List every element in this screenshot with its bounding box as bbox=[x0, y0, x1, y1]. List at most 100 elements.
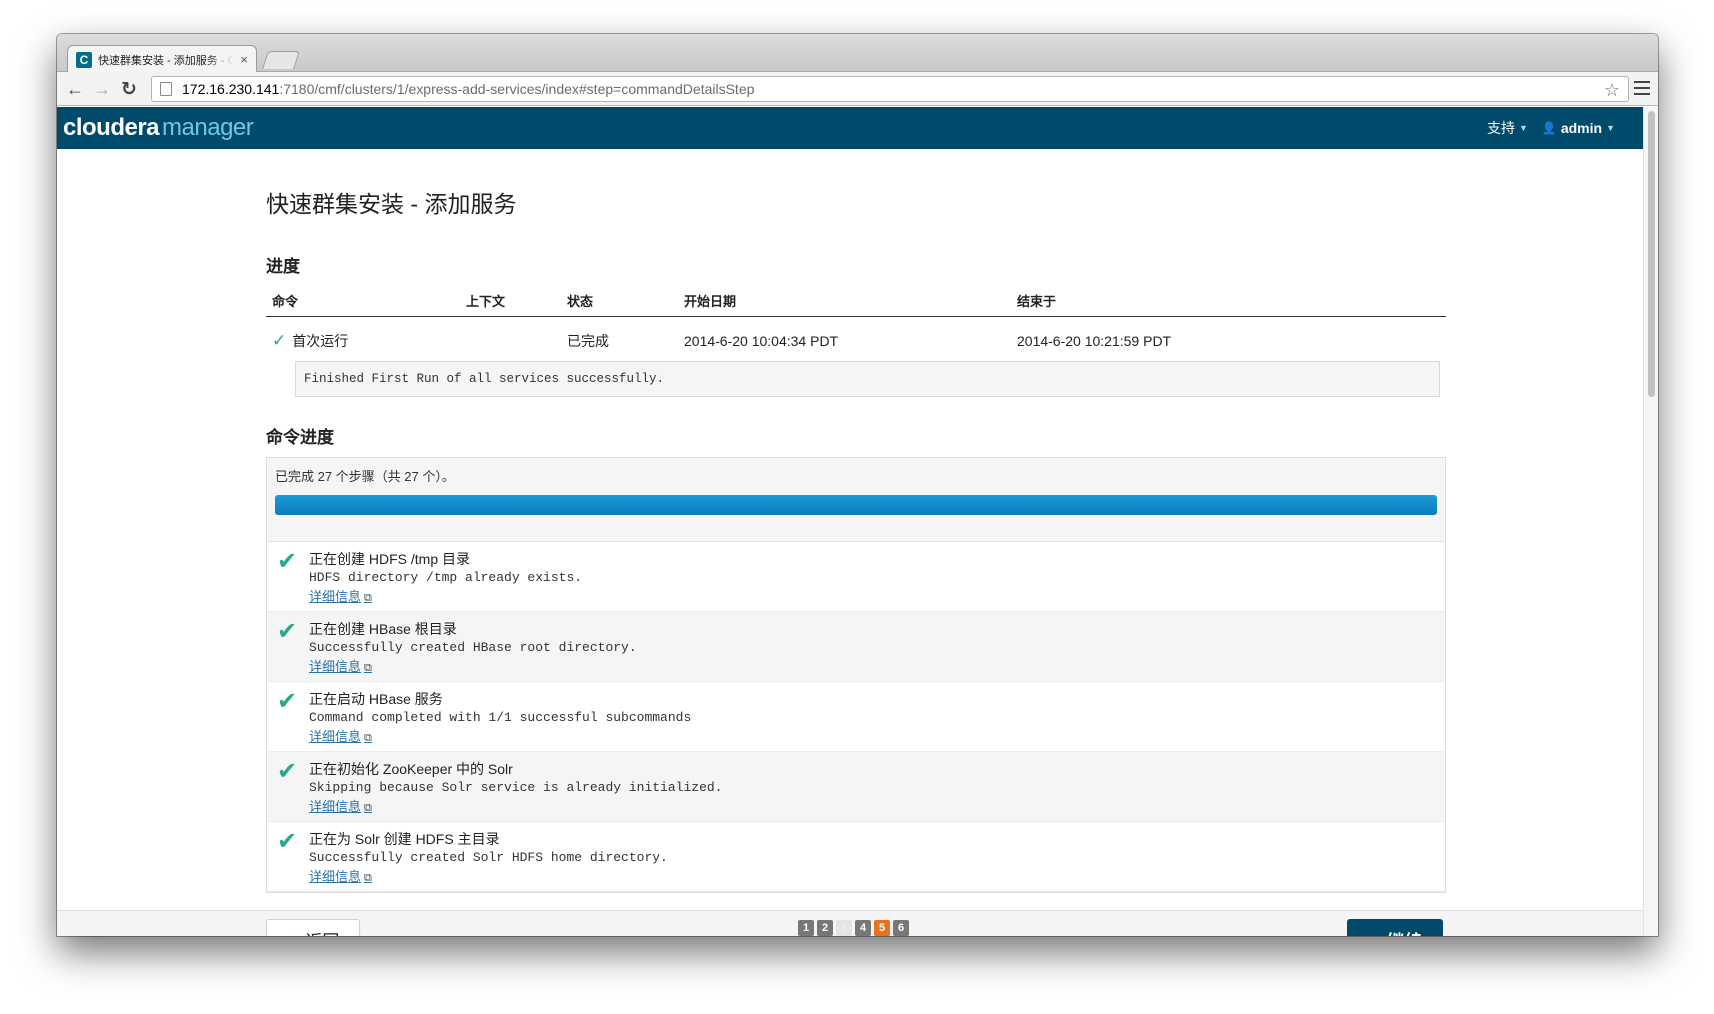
support-menu[interactable]: 支持 ▼ bbox=[1487, 118, 1528, 138]
browser-menu-icon[interactable] bbox=[1634, 81, 1650, 99]
continue-button-label: 继续 bbox=[1386, 928, 1422, 936]
skip-back-icon: ⏮ bbox=[287, 932, 298, 937]
command-cell: ✓ 首次运行 bbox=[266, 317, 460, 362]
column-header-end: 结束于 bbox=[1011, 285, 1446, 317]
progress-heading: 进度 bbox=[266, 257, 300, 276]
details-link[interactable]: 详细信息 ⧉ bbox=[309, 869, 372, 884]
details-link-label: 详细信息 bbox=[309, 659, 362, 674]
list-item: ✔ 正在初始化 ZooKeeper 中的 Solr Skipping becau… bbox=[267, 752, 1445, 822]
step-title: 正在为 Solr 创建 HDFS 主目录 bbox=[309, 831, 500, 847]
command-progress-panel: 已完成 27 个步骤（共 27 个）。 ✔ 正在创建 HDFS /tmp 目录 … bbox=[266, 457, 1446, 893]
user-menu[interactable]: 👤 admin ▼ bbox=[1542, 120, 1615, 136]
wizard-step-indicator: 1 2 3 4 5 6 bbox=[798, 920, 909, 936]
user-icon: 👤 bbox=[1541, 121, 1557, 135]
command-progress-heading: 命令进度 bbox=[266, 428, 334, 447]
bookmark-star-icon[interactable]: ☆ bbox=[1604, 80, 1620, 101]
logo-main: cloudera bbox=[63, 114, 160, 141]
back-button[interactable]: ⏮ 返回 bbox=[266, 919, 360, 936]
steps-summary: 已完成 27 个步骤（共 27 个）。 bbox=[275, 469, 455, 484]
step-title: 正在创建 HDFS /tmp 目录 bbox=[309, 551, 471, 567]
address-bar[interactable]: 172.16.230.141:7180/cmf/clusters/1/expre… bbox=[151, 76, 1629, 102]
step-indicator-5[interactable]: 5 bbox=[874, 920, 890, 936]
checkmark-icon: ✔ bbox=[277, 758, 298, 785]
back-button-label: 返回 bbox=[305, 927, 339, 937]
logo-sub: manager bbox=[162, 114, 254, 141]
new-tab-button[interactable] bbox=[262, 51, 300, 69]
forward-arrow-icon[interactable]: → bbox=[90, 77, 114, 101]
details-link[interactable]: 详细信息 ⧉ bbox=[309, 799, 372, 814]
command-result-message: Finished First Run of all services succe… bbox=[295, 361, 1440, 397]
checkmark-icon: ✔ bbox=[277, 828, 298, 855]
page-icon bbox=[160, 82, 172, 96]
step-title: 正在初始化 ZooKeeper 中的 Solr bbox=[309, 761, 513, 777]
details-link[interactable]: 详细信息 ⧉ bbox=[309, 729, 372, 744]
table-header-row: 命令 上下文 状态 开始日期 结束于 bbox=[266, 285, 1446, 317]
column-header-start: 开始日期 bbox=[678, 285, 1011, 317]
step-list: ✔ 正在创建 HDFS /tmp 目录 HDFS directory /tmp … bbox=[267, 541, 1445, 892]
start-date-cell: 2014-6-20 10:04:34 PDT bbox=[684, 333, 839, 349]
cloudera-manager-logo[interactable]: cloudera manager bbox=[63, 114, 254, 142]
context-cell bbox=[460, 317, 561, 362]
tab-title: 快速群集安装 - 添加服务 - Cloudera Manager bbox=[98, 54, 235, 67]
cloudera-favicon-icon: C bbox=[76, 51, 92, 68]
browser-tab[interactable]: C 快速群集安装 - 添加服务 - Cloudera Manager × bbox=[67, 45, 257, 73]
command-table: 命令 上下文 状态 开始日期 结束于 ✓ 首次运行 已完成 2014-6-20 1… bbox=[266, 285, 1446, 361]
external-link-icon: ⧉ bbox=[364, 732, 372, 744]
status-cell: 已完成 bbox=[567, 333, 609, 349]
checkmark-icon: ✔ bbox=[277, 688, 298, 715]
details-link[interactable]: 详细信息 ⧉ bbox=[309, 659, 372, 674]
tab-close-icon[interactable]: × bbox=[240, 52, 248, 67]
checkmark-icon: ✔ bbox=[277, 618, 298, 645]
step-message: Successfully created Solr HDFS home dire… bbox=[309, 850, 668, 865]
scrollbar-thumb[interactable] bbox=[1648, 111, 1655, 397]
tab-strip: C 快速群集安装 - 添加服务 - Cloudera Manager × bbox=[57, 34, 1658, 73]
check-icon: ✓ bbox=[272, 331, 287, 350]
url-text: 172.16.230.141:7180/cmf/clusters/1/expre… bbox=[182, 81, 754, 97]
step-indicator-3[interactable]: 3 bbox=[836, 920, 852, 936]
page-viewport: cloudera manager 支持 ▼ 👤 admin ▼ 快速群集安装 - … bbox=[57, 107, 1643, 936]
back-arrow-icon[interactable]: ← bbox=[63, 77, 87, 101]
reload-glyph: ↻ bbox=[121, 78, 137, 100]
details-link-label: 详细信息 bbox=[309, 869, 362, 884]
continue-button[interactable]: ⏭ 继续 bbox=[1347, 919, 1443, 936]
step-indicator-4[interactable]: 4 bbox=[855, 920, 871, 936]
details-link-label: 详细信息 bbox=[309, 799, 362, 814]
list-item: ✔ 正在创建 HBase 根目录 Successfully created HB… bbox=[267, 612, 1445, 682]
reload-icon[interactable]: ↻ bbox=[117, 77, 141, 101]
page-title: 快速群集安装 - 添加服务 bbox=[266, 191, 517, 217]
external-link-icon: ⧉ bbox=[364, 592, 372, 604]
step-title: 正在创建 HBase 根目录 bbox=[309, 621, 457, 637]
chevron-down-icon: ▼ bbox=[1606, 123, 1615, 133]
url-path: :7180/cmf/clusters/1/express-add-service… bbox=[279, 81, 755, 97]
step-message: HDFS directory /tmp already exists. bbox=[309, 570, 583, 585]
details-link[interactable]: 详细信息 ⧉ bbox=[309, 589, 372, 604]
browser-window: C 快速群集安装 - 添加服务 - Cloudera Manager × ← →… bbox=[57, 34, 1658, 936]
chevron-down-icon: ▼ bbox=[1518, 123, 1528, 133]
list-item: ✔ 正在启动 HBase 服务 Command completed with 1… bbox=[267, 682, 1445, 752]
progress-bar bbox=[275, 495, 1437, 515]
list-item: ✔ 正在创建 HDFS /tmp 目录 HDFS directory /tmp … bbox=[267, 542, 1445, 612]
checkmark-icon: ✔ bbox=[277, 548, 298, 575]
step-indicator-6[interactable]: 6 bbox=[893, 920, 909, 936]
column-header-status: 状态 bbox=[561, 285, 678, 317]
back-arrow-glyph: ← bbox=[66, 78, 84, 99]
end-date-cell: 2014-6-20 10:21:59 PDT bbox=[1017, 333, 1172, 349]
step-indicator-1[interactable]: 1 bbox=[798, 920, 814, 936]
external-link-icon: ⧉ bbox=[364, 662, 372, 674]
step-message: Successfully created HBase root director… bbox=[309, 640, 637, 655]
browser-toolbar: ← → ↻ 172.16.230.141:7180/cmf/clusters/1… bbox=[57, 72, 1658, 106]
support-label: 支持 bbox=[1486, 120, 1515, 136]
step-title: 正在启动 HBase 服务 bbox=[309, 691, 443, 707]
external-link-icon: ⧉ bbox=[364, 872, 372, 884]
user-label: admin bbox=[1560, 120, 1603, 136]
column-header-context: 上下文 bbox=[460, 285, 561, 317]
table-row: ✓ 首次运行 已完成 2014-6-20 10:04:34 PDT 2014-6-… bbox=[266, 317, 1446, 362]
wizard-footer: ⏮ 返回 1 2 3 4 5 6 ⏭ 继续 bbox=[57, 910, 1643, 936]
progress-bar-fill bbox=[275, 495, 1437, 515]
column-header-command: 命令 bbox=[266, 285, 460, 317]
page-scrollbar[interactable] bbox=[1643, 107, 1658, 936]
list-item: ✔ 正在为 Solr 创建 HDFS 主目录 Successfully crea… bbox=[267, 822, 1445, 892]
header-menu: 支持 ▼ 👤 admin ▼ bbox=[1487, 118, 1615, 138]
step-indicator-2[interactable]: 2 bbox=[817, 920, 833, 936]
details-link-label: 详细信息 bbox=[309, 589, 362, 604]
